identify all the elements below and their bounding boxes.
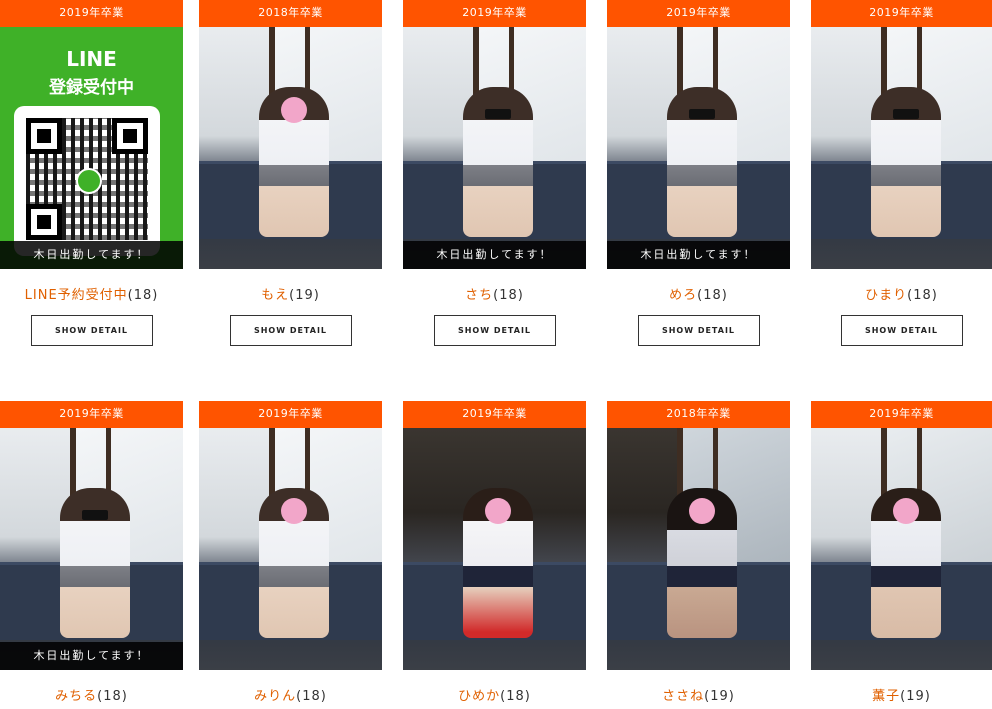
working-today-badge: 木日出勤してます！ <box>0 241 183 269</box>
profile-photo[interactable] <box>811 428 992 670</box>
profile-card[interactable]: 2019年卒業 木日出勤してます！ さち(18) SHOW DETAIL <box>403 0 586 346</box>
profile-name[interactable]: さち(18) <box>403 284 586 303</box>
profile-card[interactable]: 2019年卒業 薫子(19) <box>811 401 992 704</box>
profile-card[interactable]: 2019年卒業 ひめか(18) <box>403 401 586 704</box>
profile-photo[interactable]: 木日出勤してます！ <box>403 27 586 269</box>
graduation-banner: 2019年卒業 <box>811 0 992 27</box>
profile-card[interactable]: 2018年卒業 ささね(19) <box>607 401 790 704</box>
profile-card[interactable]: 2018年卒業 もえ(19) SHOW DETAIL <box>199 0 382 346</box>
profile-photo[interactable]: 木日出勤してます！ <box>0 428 183 670</box>
profile-name[interactable]: 薫子(19) <box>811 685 992 704</box>
show-detail-button[interactable]: SHOW DETAIL <box>637 315 760 346</box>
profile-photo[interactable] <box>199 428 382 670</box>
profile-name[interactable]: ひめか(18) <box>403 685 586 704</box>
show-detail-button[interactable]: SHOW DETAIL <box>229 315 352 346</box>
profile-name[interactable]: LINE予約受付中(18) <box>0 284 183 303</box>
graduation-banner: 2018年卒業 <box>607 401 790 428</box>
line-qr-image[interactable]: LINE 登録受付中 木日出勤してます！ <box>0 27 183 269</box>
profile-card[interactable]: 2019年卒業 木日出勤してます！ めろ(18) SHOW DETAIL <box>607 0 790 346</box>
profile-name[interactable]: もえ(19) <box>199 284 382 303</box>
profile-card[interactable]: 2019年卒業 ひまり(18) SHOW DETAIL <box>811 0 992 346</box>
graduation-banner: 2019年卒業 <box>199 401 382 428</box>
show-detail-button[interactable]: SHOW DETAIL <box>840 315 963 346</box>
show-detail-button[interactable]: SHOW DETAIL <box>30 315 153 346</box>
graduation-banner: 2019年卒業 <box>607 0 790 27</box>
working-today-badge: 木日出勤してます！ <box>607 241 790 269</box>
profile-name[interactable]: ささね(19) <box>607 685 790 704</box>
profile-photo[interactable] <box>403 428 586 670</box>
profile-photo[interactable] <box>811 27 992 269</box>
profile-name[interactable]: ひまり(18) <box>811 284 992 303</box>
profile-card[interactable]: 2019年卒業 みりん(18) <box>199 401 382 704</box>
qr-code <box>14 106 160 256</box>
profile-name[interactable]: みりん(18) <box>199 685 382 704</box>
graduation-banner: 2019年卒業 <box>403 401 586 428</box>
line-logo-icon <box>76 168 102 194</box>
profile-name[interactable]: めろ(18) <box>607 284 790 303</box>
line-title: LINE <box>66 47 117 71</box>
profile-photo[interactable]: 木日出勤してます！ <box>607 27 790 269</box>
graduation-banner: 2019年卒業 <box>811 401 992 428</box>
line-subtitle: 登録受付中 <box>49 78 134 98</box>
profile-photo[interactable] <box>199 27 382 269</box>
graduation-banner: 2019年卒業 <box>0 0 183 27</box>
working-today-badge: 木日出勤してます！ <box>0 642 183 670</box>
profile-card[interactable]: 2019年卒業 LINE 登録受付中 木日出勤してます！ LINE予約受付中(1… <box>0 0 183 346</box>
graduation-banner: 2019年卒業 <box>403 0 586 27</box>
profile-card[interactable]: 2019年卒業 木日出勤してます！ みちる(18) <box>0 401 183 704</box>
graduation-banner: 2018年卒業 <box>199 0 382 27</box>
profile-photo[interactable] <box>607 428 790 670</box>
working-today-badge: 木日出勤してます！ <box>403 241 586 269</box>
graduation-banner: 2019年卒業 <box>0 401 183 428</box>
show-detail-button[interactable]: SHOW DETAIL <box>433 315 556 346</box>
profile-name[interactable]: みちる(18) <box>0 685 183 704</box>
